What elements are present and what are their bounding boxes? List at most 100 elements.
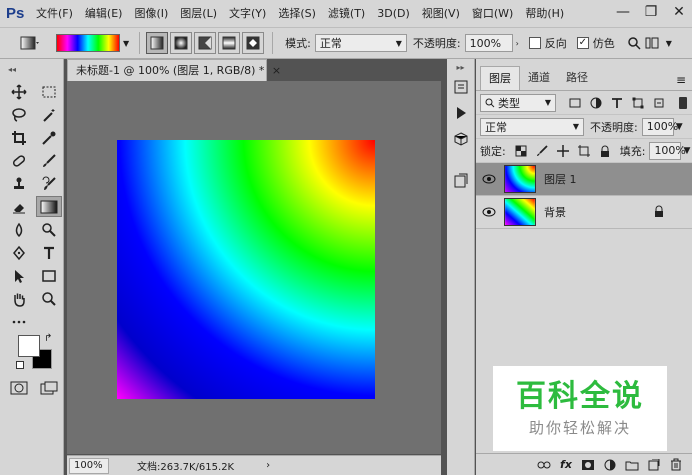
reverse-checkbox[interactable] [528,37,541,49]
angle-gradient-button[interactable] [194,32,217,54]
menu-view[interactable]: 视图(V) [416,0,466,27]
chevron-down-icon[interactable]: ▼ [683,146,690,156]
menu-edit[interactable]: 编辑(E) [79,0,129,27]
lock-position-icon[interactable] [554,142,572,160]
filter-type-icon[interactable] [608,94,626,112]
menu-image[interactable]: 图像(I) [128,0,174,27]
rectangle-tool[interactable] [36,265,62,286]
pen-tool[interactable] [6,242,32,263]
mode-select[interactable]: 正常 ▼ [314,34,407,52]
layer-name[interactable]: 背景 [544,204,566,220]
visibility-eye-icon[interactable] [476,207,502,217]
blur-tool[interactable] [6,219,32,240]
filter-type-select[interactable]: 类型 ▼ [480,93,556,112]
menu-filter[interactable]: 滤镜(T) [322,0,371,27]
layer-opacity-input[interactable]: 100% [641,117,678,136]
adjustment-icon[interactable] [602,457,618,473]
properties-panel-button[interactable] [450,170,472,192]
more-tools[interactable] [6,311,32,332]
status-menu-arrow[interactable]: › [266,460,270,471]
collapse-arrows-icon[interactable]: ◂◂ [8,65,16,74]
minimize-button[interactable]: — [614,3,632,21]
opacity-input[interactable]: 100% [464,34,513,52]
lasso-tool[interactable] [6,104,32,125]
dither-checkbox[interactable]: ✓ [576,37,589,49]
lock-transparent-icon[interactable] [512,142,530,160]
quick-mask-icon[interactable] [10,381,28,395]
new-layer-icon[interactable] [646,457,662,473]
layer-name[interactable]: 图层 1 [544,171,577,187]
chevron-down-icon[interactable]: ▼ [123,39,129,48]
menu-select[interactable]: 选择(S) [272,0,322,27]
default-colors-icon[interactable] [16,361,24,369]
menu-type[interactable]: 文字(Y) [223,0,272,27]
tab-channels[interactable]: 通道 [520,66,558,90]
eyedropper-tool[interactable] [36,127,62,148]
blend-mode-select[interactable]: 正常 ▼ [480,117,584,136]
swap-colors-icon[interactable]: ↱ [44,333,52,344]
tab-layers[interactable]: 图层 [480,66,520,90]
search-icon[interactable] [627,36,641,50]
zoom-level-input[interactable]: 100% [69,457,109,474]
restore-button[interactable]: ❐ [642,3,660,21]
trash-icon[interactable] [668,457,684,473]
menu-window[interactable]: 窗口(W) [466,0,519,27]
document-canvas-area[interactable] [67,81,441,454]
document-tab[interactable]: 未标题-1 @ 100% (图层 1, RGB/8) * × [67,59,281,81]
move-tool[interactable] [6,81,32,102]
group-icon[interactable] [624,457,640,473]
eraser-tool[interactable] [6,196,32,217]
chevron-down-icon[interactable]: ▼ [676,122,683,132]
screen-mode-icon[interactable] [40,381,58,395]
tab-paths[interactable]: 路径 [558,66,596,90]
foreground-color-swatch[interactable] [18,335,40,357]
menu-layer[interactable]: 图层(L) [174,0,223,27]
layer-row[interactable]: 背景 [476,196,692,229]
hand-tool[interactable] [6,288,32,309]
tool-preset-picker[interactable] [18,32,42,54]
menu-file[interactable]: 文件(F) [30,0,79,27]
lock-all-icon[interactable] [596,142,614,160]
history-panel-button[interactable] [450,76,472,98]
workspace-icon[interactable] [645,36,659,50]
healing-brush-tool[interactable] [6,150,32,171]
history-brush-tool[interactable] [36,173,62,194]
radial-gradient-button[interactable] [170,32,193,54]
dodge-tool[interactable] [36,219,62,240]
fill-input[interactable]: 100% [649,141,686,160]
type-tool[interactable] [36,242,62,263]
path-selection-tool[interactable] [6,265,32,286]
gradient-preview[interactable] [56,34,120,52]
reflected-gradient-button[interactable] [218,32,241,54]
close-button[interactable]: ✕ [670,3,688,21]
menu-help[interactable]: 帮助(H) [519,0,570,27]
gradient-canvas[interactable] [117,140,375,399]
gradient-tool[interactable] [36,196,62,217]
panel-menu-icon[interactable]: ≡ [676,73,686,87]
zoom-tool[interactable] [36,288,62,309]
linear-gradient-button[interactable] [146,32,169,54]
layer-row[interactable]: 图层 1 [476,163,692,196]
3d-panel-button[interactable] [450,128,472,150]
filter-smart-object-icon[interactable] [650,94,668,112]
chevron-right-icon[interactable]: › [516,39,519,48]
marquee-tool[interactable] [36,81,62,102]
mask-icon[interactable] [580,457,596,473]
filter-shape-icon[interactable] [629,94,647,112]
lock-pixels-icon[interactable] [533,142,551,160]
fx-icon[interactable]: fx [558,457,574,473]
crop-tool[interactable] [6,127,32,148]
document-info[interactable]: 文档:263.7K/615.2K [137,458,234,473]
menu-3d[interactable]: 3D(D) [371,0,416,27]
lock-artboard-icon[interactable] [575,142,593,160]
diamond-gradient-button[interactable] [242,32,265,54]
filter-pixel-icon[interactable] [566,94,584,112]
actions-panel-button[interactable] [450,102,472,124]
visibility-eye-icon[interactable] [476,174,502,184]
link-icon[interactable] [536,457,552,473]
filter-adjustment-icon[interactable] [587,94,605,112]
close-tab-icon[interactable]: × [272,64,281,77]
chevron-down-icon[interactable]: ▼ [666,39,672,48]
magic-wand-tool[interactable] [36,104,62,125]
collapse-arrows-icon[interactable]: ▸▸ [447,63,474,72]
